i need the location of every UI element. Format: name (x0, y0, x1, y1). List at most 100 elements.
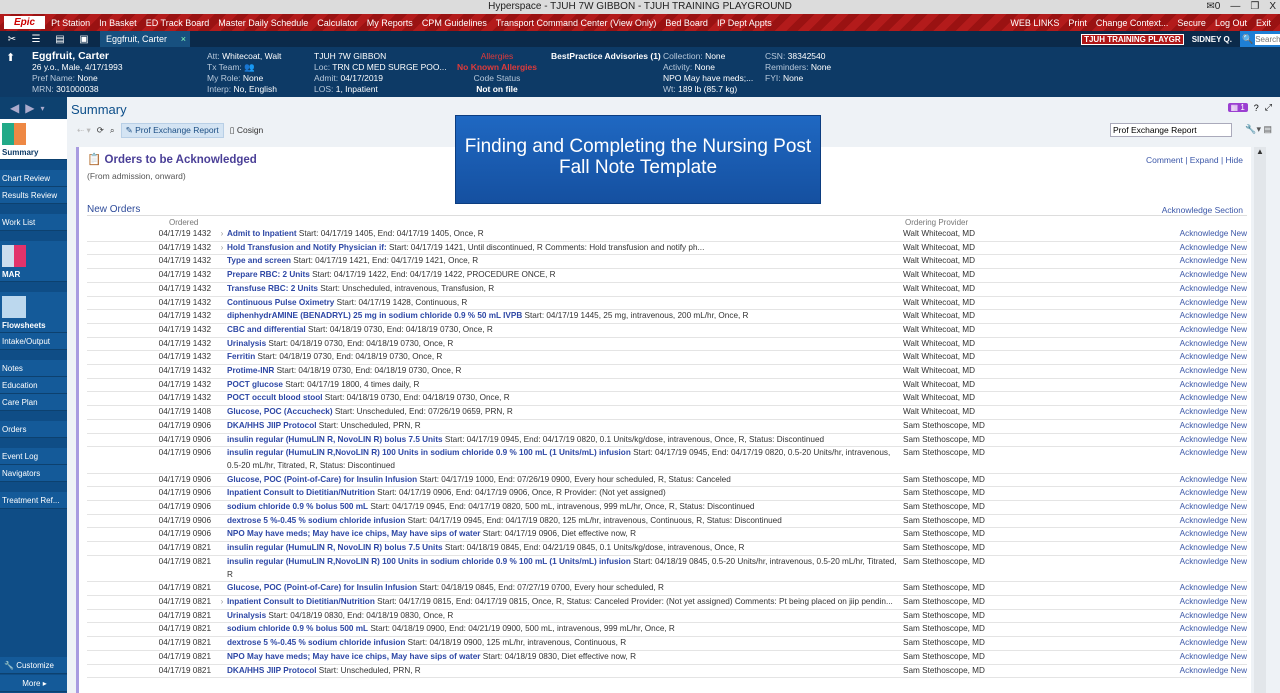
acknowledge-new-link[interactable]: Acknowledge New (1153, 487, 1247, 500)
order-name-link[interactable]: POCT glucose (227, 380, 283, 389)
order-name-link[interactable]: Inpatient Consult to Dietitian/Nutrition (227, 597, 375, 606)
acknowledge-section-link[interactable]: Acknowledge Section (1162, 205, 1243, 215)
acknowledge-new-link[interactable]: Acknowledge New (1153, 515, 1247, 528)
order-name-link[interactable]: sodium chloride 0.9 % bolus 500 mL (227, 624, 368, 633)
acknowledge-new-link[interactable]: Acknowledge New (1153, 269, 1247, 282)
order-name-link[interactable]: DKA/HHS JIIP Protocol (227, 421, 316, 430)
prof-exchange-report-button[interactable]: ✎ Prof Exchange Report (120, 123, 224, 138)
acknowledge-new-link[interactable]: Acknowledge New (1153, 228, 1247, 241)
back-arrow-icon[interactable]: ⇠ ▾ (77, 125, 91, 136)
menu-item-secure[interactable]: Secure (1177, 18, 1206, 28)
bpa-link[interactable]: BestPractice Advisories (1) (551, 51, 661, 62)
menu-item-change-context-[interactable]: Change Context... (1096, 18, 1169, 28)
acknowledge-new-link[interactable]: Acknowledge New (1153, 283, 1247, 296)
menu-item-pt-station[interactable]: Pt Station (51, 18, 90, 28)
acknowledge-new-link[interactable]: Acknowledge New (1153, 297, 1247, 310)
acknowledge-new-link[interactable]: Acknowledge New (1153, 542, 1247, 555)
menu-item-ed-track-board[interactable]: ED Track Board (146, 18, 210, 28)
order-name-link[interactable]: sodium chloride 0.9 % bolus 500 mL (227, 502, 368, 511)
search-icon[interactable]: ⌕ (110, 125, 115, 136)
acknowledge-new-link[interactable]: Acknowledge New (1153, 392, 1247, 405)
search-icon[interactable]: 🔍 (1242, 34, 1253, 45)
order-name-link[interactable]: dextrose 5 %-0.45 % sodium chloride infu… (227, 638, 405, 647)
expand-chevron-icon[interactable]: › (217, 228, 227, 241)
order-name-link[interactable]: NPO May have meds; May have ice chips, M… (227, 529, 480, 538)
team-icon[interactable]: 👥 (244, 62, 255, 72)
history-dropdown-icon[interactable]: ▾ (40, 104, 44, 113)
order-name-link[interactable]: Glucose, POC (Point-of-Care) for Insulin… (227, 475, 417, 484)
order-name-link[interactable]: CBC and differential (227, 325, 306, 334)
add-icon[interactable]: ⬆ (6, 53, 15, 64)
order-name-link[interactable]: Protime-INR (227, 366, 274, 375)
acknowledge-new-link[interactable]: Acknowledge New (1153, 651, 1247, 664)
sidebar-item-chart-review[interactable]: Chart Review (0, 170, 67, 187)
sidebar-item-orders[interactable]: Orders (0, 421, 67, 438)
back-icon[interactable]: ◀ (10, 101, 19, 115)
more-button[interactable]: More ▸ (0, 675, 67, 692)
attending[interactable]: Whitecoat, Walt (222, 51, 281, 61)
menu-item-ip-dept-appts[interactable]: IP Dept Appts (717, 18, 772, 28)
patient-name[interactable]: Eggfruit, Carter (32, 51, 123, 62)
acknowledge-new-link[interactable]: Acknowledge New (1153, 637, 1247, 650)
menu-item-my-reports[interactable]: My Reports (367, 18, 413, 28)
order-name-link[interactable]: insulin regular (HumuLIN R, NovoLIN R) b… (227, 543, 443, 552)
order-name-link[interactable]: Ferritin (227, 352, 255, 361)
acknowledge-new-link[interactable]: Acknowledge New (1153, 501, 1247, 514)
comment-expand-hide-links[interactable]: Comment | Expand | Hide (1146, 155, 1243, 165)
acknowledge-new-link[interactable]: Acknowledge New (1153, 610, 1247, 623)
menu-item-exit[interactable]: Exit (1256, 18, 1271, 28)
acknowledge-new-link[interactable]: Acknowledge New (1153, 528, 1247, 541)
acknowledge-new-link[interactable]: Acknowledge New (1153, 596, 1247, 609)
order-name-link[interactable]: Transfuse RBC: 2 Units (227, 284, 318, 293)
close-button[interactable]: X (1269, 0, 1276, 14)
sidebar-item-education[interactable]: Education (0, 377, 67, 394)
order-name-link[interactable]: Urinalysis (227, 339, 266, 348)
storyboard-badge[interactable]: ▦ 1 (1227, 103, 1248, 112)
acknowledge-new-link[interactable]: Acknowledge New (1153, 379, 1247, 392)
menu-item-print[interactable]: Print (1068, 18, 1087, 28)
sidebar-item-work-list[interactable]: Work List (0, 214, 67, 231)
sidebar-item-mar[interactable]: MAR (0, 241, 67, 282)
sidebar-item-care-plan[interactable]: Care Plan (0, 394, 67, 411)
acknowledge-new-link[interactable]: Acknowledge New (1153, 434, 1247, 447)
order-name-link[interactable]: diphenhydrAMINE (BENADRYL) 25 mg in sodi… (227, 311, 522, 320)
user-name[interactable]: SIDNEY Q. (1192, 35, 1232, 44)
acknowledge-new-link[interactable]: Acknowledge New (1153, 365, 1247, 378)
acknowledge-new-link[interactable]: Acknowledge New (1153, 351, 1247, 364)
sidebar-item-treatment-ref[interactable]: Treatment Ref... (0, 492, 67, 509)
search-input[interactable] (1255, 33, 1280, 45)
order-name-link[interactable]: Prepare RBC: 2 Units (227, 270, 310, 279)
order-name-link[interactable]: Inpatient Consult to Dietitian/Nutrition (227, 488, 375, 497)
acknowledge-new-link[interactable]: Acknowledge New (1153, 310, 1247, 323)
epic-button-icon[interactable]: ✂ (0, 34, 24, 45)
acknowledge-new-link[interactable]: Acknowledge New (1153, 324, 1247, 337)
print-icon[interactable]: ▤ (1263, 124, 1272, 134)
mail-icon[interactable]: ✉0 (1206, 0, 1220, 14)
allergies[interactable]: No Known Allergies (450, 62, 544, 73)
expand-chevron-icon[interactable]: › (217, 242, 227, 255)
sidebar-item-flowsheets[interactable]: Flowsheets (0, 292, 67, 333)
epic-menu-button[interactable]: Epic (4, 16, 46, 29)
scroll-up-icon[interactable]: ▲ (1254, 147, 1266, 156)
order-name-link[interactable]: Continuous Pulse Oximetry (227, 298, 334, 307)
acknowledge-new-link[interactable]: Acknowledge New (1153, 623, 1247, 636)
refresh-icon[interactable]: ⟳ (97, 125, 104, 136)
help-icon[interactable]: ? (1254, 103, 1259, 113)
scrollbar[interactable]: ▲ (1254, 147, 1266, 693)
order-name-link[interactable]: insulin regular (HumuLIN R,NovoLIN R) 10… (227, 557, 631, 566)
acknowledge-new-link[interactable]: Acknowledge New (1153, 406, 1247, 419)
menu-item-transport-command-center-view-only-[interactable]: Transport Command Center (View Only) (496, 18, 657, 28)
maximize-button[interactable]: ❐ (1250, 0, 1259, 14)
report-icon[interactable]: ▣ (72, 34, 96, 45)
patient-list-icon[interactable]: ☰ (24, 34, 48, 45)
acknowledge-new-link[interactable]: Acknowledge New (1153, 338, 1247, 351)
close-tab-icon[interactable]: × (181, 31, 190, 47)
order-name-link[interactable]: insulin regular (HumuLIN R,NovoLIN R) 10… (227, 448, 631, 457)
menu-item-web-links[interactable]: WEB LINKS (1010, 18, 1059, 28)
tab-patient[interactable]: Eggfruit, Carter × (100, 31, 190, 47)
order-name-link[interactable]: Glucose, POC (Accucheck) (227, 407, 333, 416)
menu-item-log-out[interactable]: Log Out (1215, 18, 1247, 28)
order-name-link[interactable]: Glucose, POC (Point-of-Care) for Insulin… (227, 583, 417, 592)
order-name-link[interactable]: Hold Transfusion and Notify Physician if… (227, 243, 387, 252)
order-name-link[interactable]: POCT occult blood stool (227, 393, 323, 402)
